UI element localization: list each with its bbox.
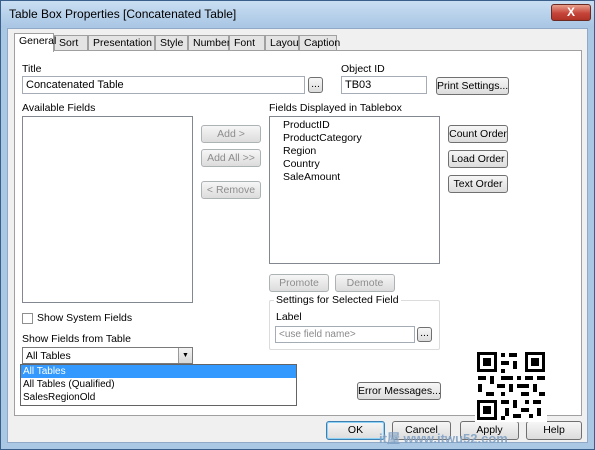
list-item[interactable]: ProductID bbox=[270, 119, 439, 132]
close-button[interactable]: X bbox=[551, 4, 591, 21]
show-system-fields-checkbox[interactable] bbox=[22, 313, 33, 324]
available-fields-label: Available Fields bbox=[22, 102, 96, 114]
tab-sort[interactable]: Sort bbox=[54, 35, 88, 51]
label-input[interactable]: <use field name> bbox=[275, 326, 415, 343]
watermark-text: it屋 www.itwu52.com bbox=[379, 431, 508, 446]
tab-layout[interactable]: Layout bbox=[265, 35, 302, 51]
fields-displayed-list[interactable]: ProductID ProductCategory Region Country… bbox=[269, 116, 440, 264]
tab-presentation[interactable]: Presentation bbox=[88, 35, 155, 51]
show-fields-from-value: All Tables bbox=[26, 350, 71, 362]
object-id-label: Object ID bbox=[341, 63, 385, 75]
show-fields-from-select[interactable]: All Tables ▼ bbox=[22, 347, 193, 364]
dialog-window: Table Box Properties [Concatenated Table… bbox=[0, 0, 595, 450]
tab-caption[interactable]: Caption bbox=[299, 35, 340, 51]
add-all-button[interactable]: Add All >> bbox=[201, 149, 261, 167]
object-id-input[interactable]: TB03 bbox=[341, 76, 427, 94]
qr-code-image bbox=[475, 350, 547, 422]
print-settings-button[interactable]: Print Settings... bbox=[436, 77, 509, 95]
list-item[interactable]: ProductCategory bbox=[270, 132, 439, 145]
load-order-button[interactable]: Load Order bbox=[448, 150, 508, 168]
text-order-button[interactable]: Text Order bbox=[448, 175, 508, 193]
dropdown-option[interactable]: SalesRegionOld bbox=[21, 391, 296, 404]
chevron-down-icon[interactable]: ▼ bbox=[178, 348, 192, 363]
demote-button[interactable]: Demote bbox=[335, 274, 395, 292]
fields-displayed-label: Fields Displayed in Tablebox bbox=[269, 102, 402, 114]
remove-button[interactable]: < Remove bbox=[201, 181, 261, 199]
tab-font[interactable]: Font bbox=[229, 35, 265, 51]
settings-group-label: Settings for Selected Field bbox=[274, 294, 401, 306]
title-label: Title bbox=[22, 63, 42, 75]
promote-button[interactable]: Promote bbox=[269, 274, 329, 292]
window-title: Table Box Properties [Concatenated Table… bbox=[9, 7, 237, 21]
add-button[interactable]: Add > bbox=[201, 125, 261, 143]
available-fields-list[interactable] bbox=[22, 116, 193, 303]
list-item[interactable]: Country bbox=[270, 158, 439, 171]
dropdown-option[interactable]: All Tables bbox=[21, 365, 296, 378]
show-fields-from-dropdown-list[interactable]: All Tables All Tables (Qualified) SalesR… bbox=[20, 364, 297, 406]
ok-button[interactable]: OK bbox=[326, 421, 385, 440]
error-messages-button[interactable]: Error Messages... bbox=[357, 382, 441, 400]
tab-style[interactable]: Style bbox=[155, 35, 188, 51]
label-label: Label bbox=[276, 311, 302, 323]
close-icon: X bbox=[566, 5, 575, 19]
help-button[interactable]: Help bbox=[526, 421, 582, 440]
show-system-fields-label: Show System Fields bbox=[37, 312, 133, 324]
list-item[interactable]: SaleAmount bbox=[270, 171, 439, 184]
tab-number[interactable]: Number bbox=[188, 35, 230, 51]
title-ellipsis-button[interactable]: ... bbox=[308, 77, 323, 93]
tab-general[interactable]: General bbox=[14, 33, 56, 52]
title-bar[interactable]: Table Box Properties [Concatenated Table… bbox=[1, 1, 594, 27]
label-ellipsis-button[interactable]: ... bbox=[417, 327, 432, 342]
show-fields-from-label: Show Fields from Table bbox=[22, 333, 131, 345]
count-order-button[interactable]: Count Order bbox=[448, 125, 508, 143]
list-item[interactable]: Region bbox=[270, 145, 439, 158]
dropdown-option[interactable]: All Tables (Qualified) bbox=[21, 378, 296, 391]
title-input[interactable]: Concatenated Table bbox=[22, 76, 305, 94]
